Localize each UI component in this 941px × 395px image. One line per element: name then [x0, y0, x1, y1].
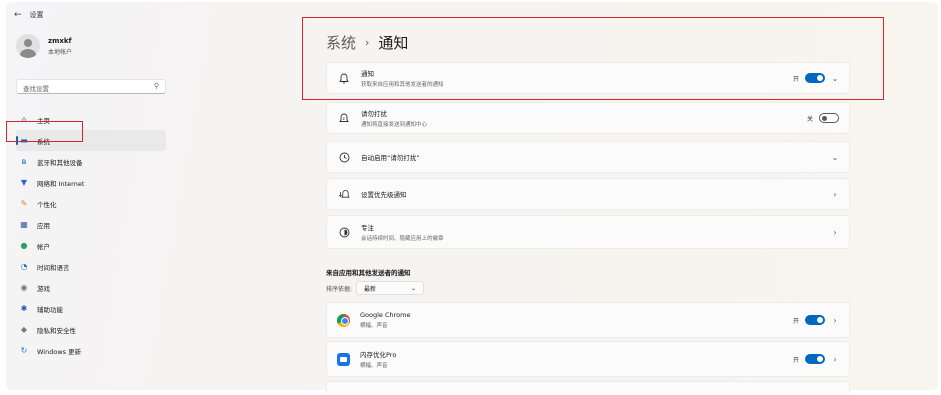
- avatar: [16, 34, 40, 58]
- sidebar-item[interactable]: ● 帐户: [16, 235, 166, 256]
- sidebar-item[interactable]: ◔ 时间和语言: [16, 256, 166, 277]
- sidebar-item[interactable]: ✱ 辅助功能: [16, 298, 166, 319]
- chevron-right-icon[interactable]: ›: [831, 316, 839, 325]
- app-name: Google Chrome: [360, 311, 411, 319]
- sort-row: 排序依据: 最新 ⌄: [326, 281, 425, 295]
- chevron-right-icon[interactable]: ›: [831, 355, 839, 364]
- brush-icon: ✎: [20, 199, 28, 208]
- clock-globe-icon: ◔: [20, 262, 28, 271]
- app-state-label: 开: [792, 317, 799, 325]
- auto-dnd-card[interactable]: 自动启用“请勿打扰” ⌄: [326, 141, 850, 173]
- search-placeholder: 查找设置: [23, 85, 49, 93]
- sort-label: 排序依据:: [326, 285, 353, 293]
- account-icon: ●: [20, 241, 28, 250]
- wifi-icon: ▼: [20, 178, 28, 187]
- bell-moon-icon: z: [337, 111, 351, 125]
- clock-icon: [337, 150, 351, 164]
- sort-dropdown[interactable]: 最新 ⌄: [356, 281, 425, 295]
- app-toggle[interactable]: [805, 315, 825, 325]
- sort-value: 最新: [364, 285, 377, 293]
- memory-app-icon: [337, 352, 350, 366]
- svg-text:z: z: [343, 116, 345, 121]
- sidebar-item[interactable]: ↻ Windows 更新: [16, 340, 166, 361]
- dnd-toggle[interactable]: [819, 113, 839, 123]
- priority-card[interactable]: 设置优先级通知 ›: [326, 178, 850, 210]
- sidebar-item[interactable]: ✎ 个性化: [16, 193, 166, 214]
- dnd-title: 请勿打扰: [361, 110, 387, 118]
- accessibility-icon: ✱: [20, 304, 28, 313]
- chevron-down-icon: ⌄: [411, 284, 417, 292]
- app-detail: 横幅、声音: [360, 363, 388, 369]
- sidebar-item-label: 帐户: [37, 242, 50, 251]
- priority-title: 设置优先级通知: [361, 191, 407, 199]
- focus-icon: [337, 225, 351, 239]
- auto-dnd-title: 自动启用“请勿打扰”: [361, 154, 420, 162]
- sidebar-item-label: 隐私和安全性: [37, 326, 76, 335]
- section-title: 来自应用和其他发送者的通知: [326, 269, 411, 277]
- sidebar-nav: ⌂ 主页 ▬ 系统 ʙ 蓝牙和其他设备 ▼ 网络和 Internet ✎ 个性化 ▦ 应用 ● 帐户 ◔ 时间…: [16, 109, 166, 361]
- highlight-box-main: [302, 17, 884, 100]
- app-detail: 横幅、声音: [360, 323, 388, 329]
- app-card-memory-optimizer[interactable]: 内存优化Pro 横幅、声音 开 ›: [326, 341, 850, 377]
- sidebar-item-label: 辅助功能: [37, 305, 63, 314]
- profile-name: zmxkf: [48, 36, 72, 45]
- update-icon: ↻: [20, 346, 28, 355]
- user-profile[interactable]: zmxkf 本地帐户: [16, 34, 72, 58]
- sidebar-item-label: 蓝牙和其他设备: [37, 158, 83, 167]
- app-card-chrome[interactable]: Google Chrome 横幅、声音 开 ›: [326, 302, 850, 338]
- focus-card[interactable]: 专注 会话持续时间、隐藏应用上的徽章 ›: [326, 215, 850, 249]
- sidebar-item-label: 游戏: [37, 284, 50, 293]
- focus-title: 专注: [361, 224, 374, 232]
- search-input[interactable]: 查找设置 ⚲: [16, 79, 166, 94]
- dnd-state-label: 关: [806, 115, 813, 123]
- app-toggle[interactable]: [805, 354, 825, 364]
- apps-icon: ▦: [20, 220, 28, 229]
- shield-icon: ◆: [20, 325, 28, 334]
- dnd-subtitle: 通知将直接发送到通知中心: [361, 122, 428, 128]
- sidebar-item-label: 应用: [37, 221, 50, 230]
- chevron-right-icon[interactable]: ›: [831, 228, 839, 237]
- back-button[interactable]: ←: [14, 10, 22, 20]
- chrome-icon: [337, 313, 350, 327]
- chevron-down-icon[interactable]: ⌄: [831, 153, 839, 162]
- gamepad-icon: ◉: [20, 283, 28, 292]
- sidebar-item-label: 时间和语言: [37, 263, 70, 272]
- sidebar-item[interactable]: ▼ 网络和 Internet: [16, 172, 166, 193]
- bell-priority-icon: [337, 187, 351, 201]
- dnd-card: z 请勿打扰 通知将直接发送到通知中心 关: [326, 102, 850, 134]
- profile-account-type: 本地帐户: [48, 48, 73, 56]
- search-icon[interactable]: ⚲: [154, 82, 159, 90]
- app-card-partial: [326, 381, 850, 393]
- chevron-right-icon[interactable]: ›: [831, 190, 839, 199]
- focus-subtitle: 会话持续时间、隐藏应用上的徽章: [361, 236, 444, 242]
- title-bar: ← 设置: [14, 10, 44, 20]
- window-title: 设置: [29, 11, 44, 19]
- sidebar-item[interactable]: ʙ 蓝牙和其他设备: [16, 151, 166, 172]
- bluetooth-icon: ʙ: [21, 157, 27, 166]
- sidebar-item[interactable]: ◆ 隐私和安全性: [16, 319, 166, 340]
- highlight-box-sidebar: [6, 121, 83, 142]
- sidebar-item-label: Windows 更新: [37, 347, 82, 356]
- sidebar-item[interactable]: ▦ 应用: [16, 214, 166, 235]
- sidebar-item-label: 个性化: [37, 200, 57, 209]
- sidebar-item-label: 网络和 Internet: [37, 179, 85, 188]
- app-name: 内存优化Pro: [360, 351, 397, 359]
- sidebar-item[interactable]: ◉ 游戏: [16, 277, 166, 298]
- app-state-label: 开: [792, 356, 799, 364]
